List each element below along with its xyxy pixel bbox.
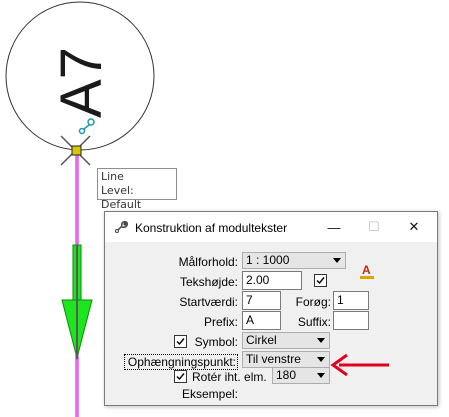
example-label: Eksempel: [181,387,238,401]
module-label: A7 [49,47,114,118]
text-style-icon[interactable]: A [359,262,375,280]
scale-dropdown[interactable]: 1 : 1000 [242,252,346,269]
text-height-checkbox[interactable] [314,274,327,287]
wrench-icon [115,221,128,233]
module-text-dialog: Konstruktion af modultekster — ☐ ✕ Målfo… [104,211,438,406]
dialog-title: Konstruktion af modultekster [135,221,288,235]
symbol-value: Cirkel [246,333,277,347]
suffix-input[interactable] [333,311,369,330]
dialog-titlebar[interactable]: Konstruktion af modultekster — ☐ ✕ [105,212,437,242]
start-value-input[interactable]: 7 [242,291,281,310]
minimize-button[interactable]: — [314,212,354,242]
chevron-down-icon [317,373,325,378]
scale-label: Målforhold: [178,255,238,269]
anchor-point-label: Ophængningspunkt: [124,354,238,370]
element-tooltip: Line Level: Default [97,168,177,211]
svg-text:A: A [362,263,371,277]
red-arrow-annotation [330,353,389,376]
rotate-dropdown[interactable]: 180 [272,367,330,384]
suffix-label: Suffix: [297,315,331,329]
prefix-input[interactable]: A [242,311,281,330]
tooltip-element-type: Line [101,170,124,183]
green-arrow-annotation [61,244,93,360]
rotate-value: 180 [276,368,297,382]
text-height-input[interactable]: 2.00 [242,271,302,290]
scale-value: 1 : 1000 [246,253,290,267]
increment-input[interactable]: 1 [333,291,369,310]
start-value-label: Startværdi: [179,295,238,309]
rotate-checkbox[interactable] [174,370,187,383]
cursor-handle-icon [78,118,95,135]
chevron-down-icon [317,357,325,362]
symbol-label: Symbol: [194,335,238,349]
prefix-label: Prefix: [203,315,238,329]
close-button[interactable]: ✕ [394,212,434,242]
anchor-point-dropdown[interactable]: Til venstre [242,351,330,368]
text-height-label: Tekshøjde: [179,275,238,289]
anchor-point-value: Til venstre [246,352,301,366]
symbol-dropdown[interactable]: Cirkel [242,332,330,349]
tooltip-level: Level: Default [101,184,142,211]
chevron-down-icon [333,258,341,263]
increment-label: Forøg: [295,295,331,309]
chevron-down-icon [317,338,325,343]
symbol-checkbox[interactable] [174,335,187,348]
rotate-label: Rotér iht. elm. [192,370,267,384]
maximize-button[interactable]: ☐ [354,212,394,242]
